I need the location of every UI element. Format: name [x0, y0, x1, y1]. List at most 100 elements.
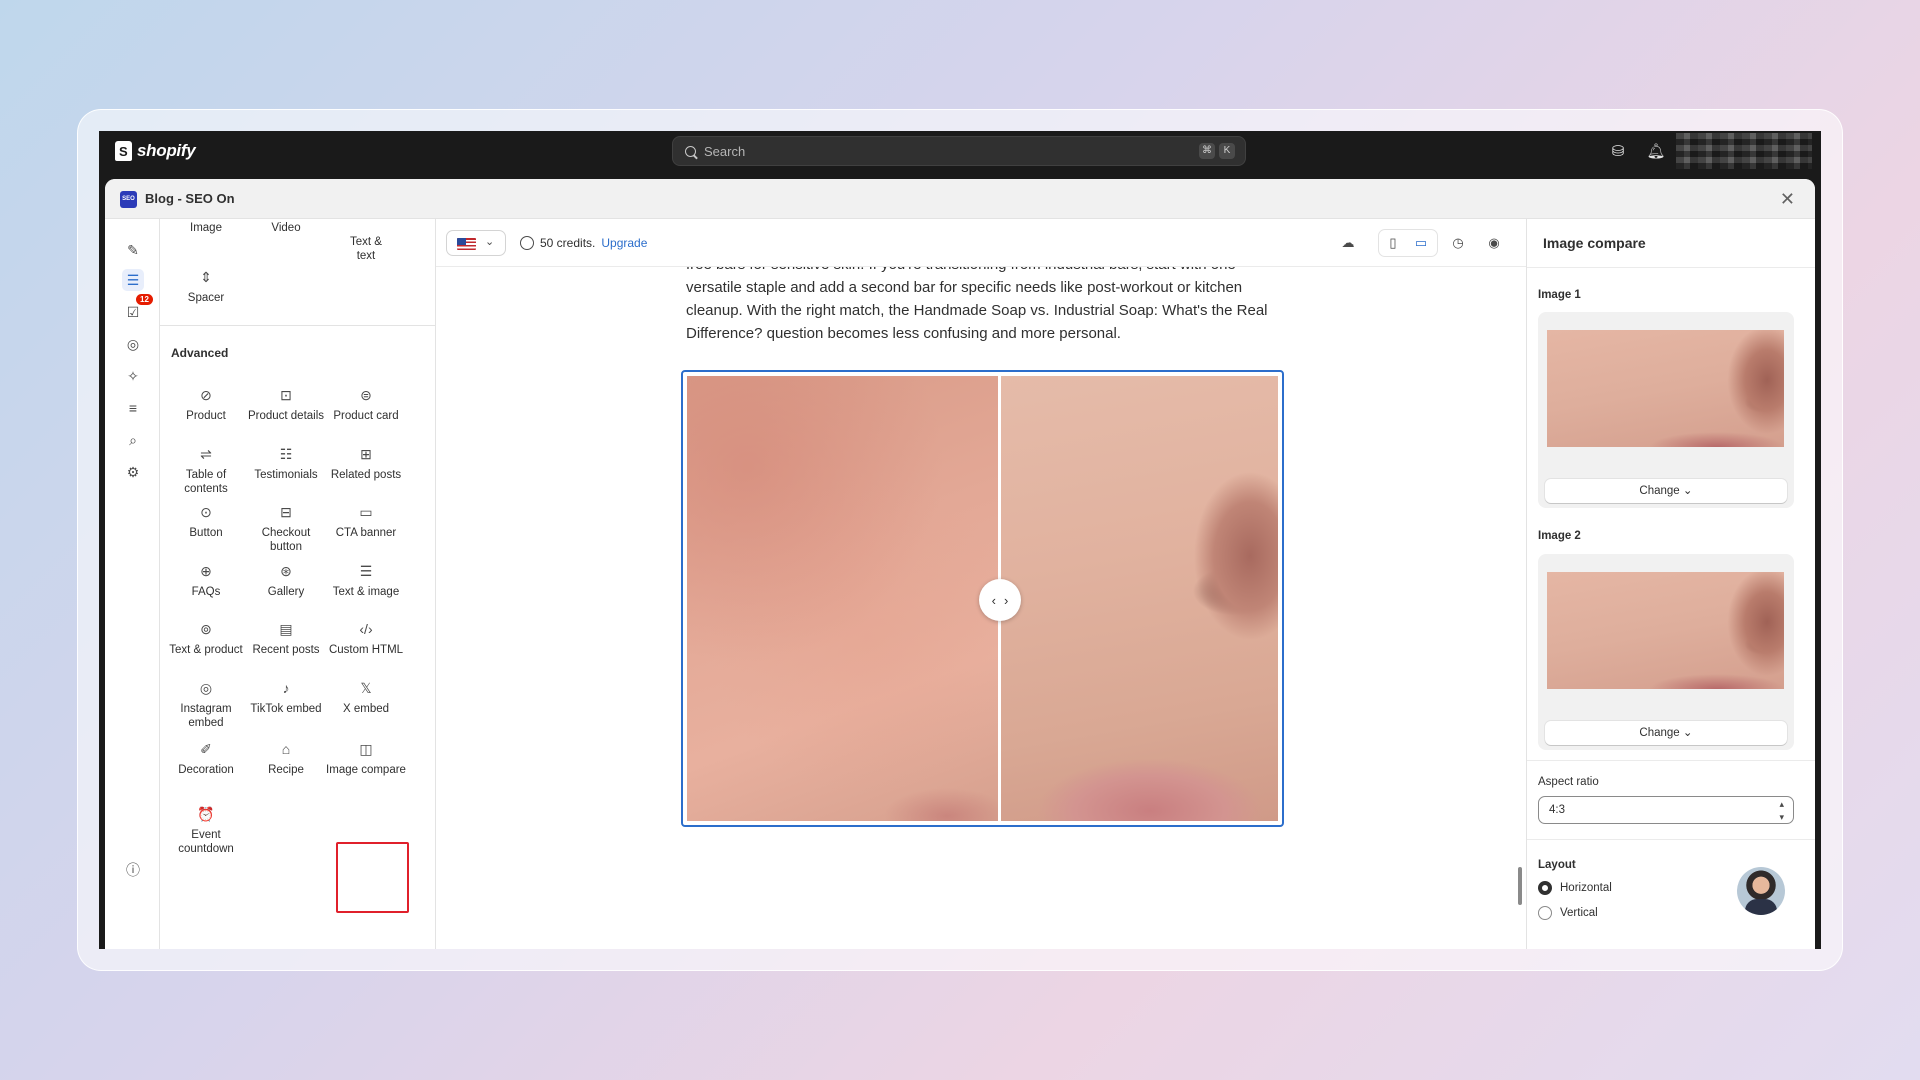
image2-thumbnail[interactable]	[1547, 572, 1784, 689]
globe-icon[interactable]: ◎	[122, 333, 144, 355]
cloud-icon[interactable]: ☁	[1338, 233, 1358, 253]
us-flag-icon	[457, 238, 476, 250]
desktop-icon[interactable]: ▭	[1411, 233, 1431, 253]
upgrade-link[interactable]: Upgrade	[601, 236, 647, 250]
mobile-icon[interactable]: ▯	[1383, 233, 1403, 253]
block-checkout[interactable]: ⊟ Checkout button	[246, 504, 326, 554]
edit-icon[interactable]: ✎	[122, 239, 144, 261]
text-product-icon: ⊚	[200, 621, 212, 637]
block-product-details[interactable]: ⊡ Product details	[246, 387, 326, 423]
layout-label: Layout	[1538, 859, 1576, 871]
sparkle-icon[interactable]: ✧	[122, 365, 144, 387]
block-text-product[interactable]: ⊚ Text & product	[166, 621, 246, 657]
block-label: Checkout button	[261, 527, 311, 553]
block-alarm[interactable]: ⏰ Event countdown	[166, 806, 246, 856]
block-button[interactable]: ⊙ Button	[166, 504, 246, 540]
block-label: Table of contents	[184, 469, 228, 495]
cta-icon: ▭	[359, 504, 373, 520]
tasks-badge: 12	[136, 294, 153, 305]
panel-divider	[1527, 760, 1815, 761]
language-select[interactable]: ⌄	[446, 230, 506, 256]
toc-icon: ⇌	[200, 446, 212, 462]
block-x[interactable]: 𝕏 X embed	[326, 680, 406, 716]
layout-option-horizontal[interactable]: Horizontal	[1538, 881, 1612, 895]
radio-button[interactable]	[1538, 906, 1552, 920]
support-avatar[interactable]	[1737, 867, 1785, 915]
block-label: Decoration	[178, 764, 234, 776]
block-code[interactable]: ‹/› Custom HTML	[326, 621, 406, 657]
logo-text: shopify	[137, 141, 196, 160]
faq-icon: ⊕	[200, 563, 212, 579]
block-toc[interactable]: ⇌ Table of contents	[166, 446, 246, 496]
search-input[interactable]: Search ⌘ K	[672, 136, 1246, 166]
history-icon[interactable]: ◷	[1448, 233, 1468, 253]
window-title: Blog - SEO On	[145, 191, 235, 206]
block-tag[interactable]: ⊘ Product	[166, 387, 246, 423]
block-spacer[interactable]: ⇕ Spacer	[166, 269, 246, 305]
block-text-text[interactable]: Text & text	[326, 221, 406, 263]
block-recent-posts[interactable]: ▤ Recent posts	[246, 621, 326, 657]
alarm-icon: ⏰	[197, 806, 215, 822]
radio-button[interactable]	[1538, 881, 1552, 895]
editor-canvas: ⌄ 50 credits. Upgrade ☁ ▯ ▭ ◷ ◉ free bar…	[436, 219, 1526, 949]
block-label: Image compare	[326, 764, 406, 776]
block-cta[interactable]: ▭ CTA banner	[326, 504, 406, 540]
radio-label: Horizontal	[1560, 882, 1612, 894]
block-label: Product card	[333, 410, 399, 422]
block-video[interactable]: Video	[246, 221, 326, 235]
panel-title: Image compare	[1543, 235, 1646, 251]
block-label: Testimonials	[254, 469, 318, 481]
block-label: Text & product	[169, 644, 243, 656]
block-tiktok[interactable]: ♪ TikTok embed	[246, 680, 326, 716]
chevron-right-icon: ›	[1004, 592, 1009, 608]
block-label: Gallery	[267, 586, 305, 598]
aspect-ratio-value: 4:3	[1549, 804, 1565, 816]
article-paragraph: free bars for sensitive skin. If you're …	[686, 256, 1276, 345]
aspect-ratio-select[interactable]: 4:3 ▴ ▾	[1538, 796, 1794, 824]
help-icon[interactable]: ⓘ	[122, 859, 144, 881]
block-instagram[interactable]: ◎ Instagram embed	[166, 680, 246, 730]
settings-icon[interactable]: ⚙	[122, 461, 144, 483]
shortcut-cmd-key: ⌘	[1199, 143, 1215, 159]
image-compare-block[interactable]: ‹ ›	[681, 370, 1284, 827]
block-related-posts[interactable]: ⊞ Related posts	[326, 446, 406, 482]
block-label: Recipe	[268, 764, 304, 776]
block-label: Product	[186, 410, 226, 422]
blocks-icon[interactable]: ☰	[122, 269, 144, 291]
close-icon[interactable]: ✕	[1780, 189, 1795, 210]
block-image-compare[interactable]: ◫ Image compare	[326, 741, 406, 777]
compare-handle[interactable]: ‹ ›	[979, 579, 1021, 621]
outline-icon[interactable]: ≡	[122, 397, 144, 419]
block-brush[interactable]: ✐ Decoration	[166, 741, 246, 777]
layout-option-vertical[interactable]: Vertical	[1538, 906, 1598, 920]
account-avatar[interactable]	[1676, 133, 1812, 169]
credits-text: 50 credits.	[540, 236, 596, 250]
block-product-card[interactable]: ⊜ Product card	[326, 387, 406, 423]
canvas-toolbar: ⌄ 50 credits. Upgrade ☁ ▯ ▭ ◷ ◉	[436, 219, 1526, 267]
change-label: Change	[1639, 485, 1680, 497]
panel-divider	[1527, 267, 1815, 268]
button-icon: ⊙	[200, 504, 212, 520]
store-icon[interactable]: ⛁	[1608, 142, 1628, 162]
bell-icon[interactable]: 🔔︎	[1646, 142, 1666, 162]
canvas-scrollbar[interactable]	[1518, 867, 1522, 905]
app-window: SEO Blog - SEO On ✕ ✎ ☰ ☑ 12 ◎ ✧ ≡ ⌕ ⚙ ⓘ…	[105, 179, 1815, 949]
image1-change-button[interactable]: Change ⌄	[1545, 479, 1787, 503]
select-arrows-icon: ▴ ▾	[1779, 799, 1784, 822]
block-recipe[interactable]: ⌂ Recipe	[246, 741, 326, 777]
seo-app-logo: SEO	[120, 191, 137, 208]
block-text-image[interactable]: ☰ Text & image	[326, 563, 406, 599]
block-image[interactable]: Image	[166, 221, 246, 235]
search-seo-icon[interactable]: ⌕	[122, 429, 144, 451]
icon-rail: ✎ ☰ ☑ 12 ◎ ✧ ≡ ⌕ ⚙ ⓘ	[105, 219, 160, 949]
block-gallery[interactable]: ⊛ Gallery	[246, 563, 326, 599]
preview-eye-icon[interactable]: ◉	[1484, 233, 1504, 253]
shopify-logo[interactable]: shopify	[115, 141, 196, 161]
block-faq[interactable]: ⊕ FAQs	[166, 563, 246, 599]
image2-change-button[interactable]: Change ⌄	[1545, 721, 1787, 745]
spacer-icon: ⇕	[200, 269, 212, 285]
block-testimonials[interactable]: ☷ Testimonials	[246, 446, 326, 482]
image1-thumbnail[interactable]	[1547, 330, 1784, 447]
compare-image-before	[687, 376, 1000, 821]
chevron-down-icon: ⌄	[485, 236, 495, 248]
